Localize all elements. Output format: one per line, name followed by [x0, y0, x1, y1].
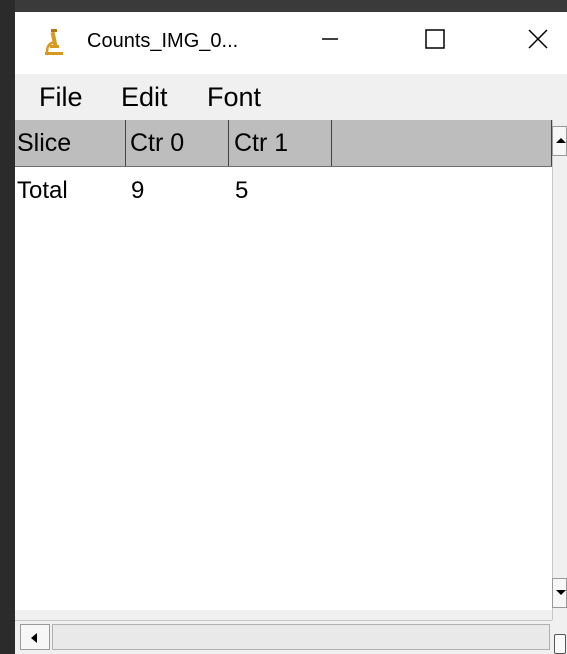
column-header-ctr0[interactable]: Ctr 0: [128, 120, 228, 166]
maximize-button[interactable]: [400, 12, 470, 70]
horizontal-scroll-thumb[interactable]: [52, 624, 550, 650]
column-divider[interactable]: [125, 120, 126, 166]
scrollbar-corner: [552, 620, 567, 654]
cell-ctr0: 9: [131, 177, 145, 204]
resize-grip-icon[interactable]: [554, 634, 566, 654]
cell-ctr1: 5: [235, 177, 249, 204]
scroll-left-button[interactable]: [20, 624, 50, 650]
scroll-down-button[interactable]: [552, 578, 567, 608]
menu-font[interactable]: Font: [207, 80, 261, 114]
arrow-left-icon: [31, 633, 37, 643]
desktop-background-left: [0, 0, 15, 654]
scroll-up-button[interactable]: [552, 126, 567, 156]
minimize-button[interactable]: [295, 12, 365, 70]
menu-file[interactable]: File: [39, 80, 83, 114]
column-divider[interactable]: [228, 120, 229, 166]
menu-edit[interactable]: Edit: [121, 80, 168, 114]
vertical-scrollbar[interactable]: [552, 120, 567, 620]
close-icon: [527, 28, 549, 55]
microscope-icon[interactable]: [43, 28, 65, 56]
arrow-up-icon: [556, 138, 566, 143]
title-bar[interactable]: Counts_IMG_0...: [15, 12, 567, 74]
window-title: Counts_IMG_0...: [87, 30, 239, 52]
minimize-icon: [320, 29, 340, 54]
arrow-down-icon: [556, 590, 566, 595]
results-table: Slice Ctr 0 Ctr 1 Total 9 5: [15, 120, 552, 610]
counts-window: Counts_IMG_0... File Edit Font Slice Ctr…: [15, 12, 567, 654]
menu-bar: File Edit Font: [15, 74, 567, 120]
column-divider[interactable]: [331, 120, 332, 166]
cell-slice: Total: [17, 177, 68, 204]
close-button[interactable]: [503, 12, 567, 70]
desktop-background-top: [0, 0, 567, 12]
column-header-slice[interactable]: Slice: [15, 120, 125, 166]
column-header-ctr1[interactable]: Ctr 1: [232, 120, 332, 166]
maximize-icon: [424, 28, 446, 55]
table-header-row: Slice Ctr 0 Ctr 1: [15, 120, 552, 167]
